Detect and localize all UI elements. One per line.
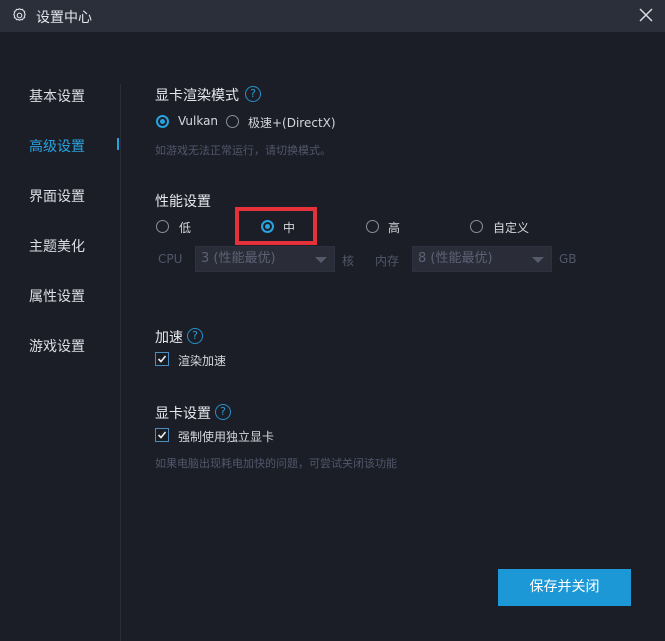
close-icon[interactable] <box>637 6 655 24</box>
check-icon <box>157 431 167 439</box>
memory-select-value: 8 (性能最优) <box>418 251 493 266</box>
sidebar-divider <box>120 84 121 641</box>
active-indicator <box>117 138 119 150</box>
radio-high-label[interactable]: 高 <box>388 219 400 236</box>
help-icon[interactable]: ? <box>215 404 231 420</box>
render-accel-label[interactable]: 渲染加速 <box>178 352 226 369</box>
radio-vulkan[interactable] <box>156 115 169 128</box>
check-icon <box>157 355 167 363</box>
sidebar-item-properties[interactable]: 属性设置 <box>29 286 85 306</box>
radio-custom-label[interactable]: 自定义 <box>493 219 529 236</box>
help-icon[interactable]: ? <box>245 86 261 102</box>
sidebar-item-theme[interactable]: 主题美化 <box>29 236 85 256</box>
memory-label: 内存 <box>375 254 400 268</box>
gpu-hint: 如果电脑出现耗电加快的问题，可尝试关闭该功能 <box>155 457 397 470</box>
radio-custom[interactable] <box>470 220 483 233</box>
render-mode-hint: 如游戏无法正常运行，请切换模式。 <box>155 144 331 157</box>
radio-high[interactable] <box>366 220 379 233</box>
gear-icon <box>13 8 26 21</box>
render-accel-checkbox[interactable] <box>155 352 169 366</box>
window-title: 设置中心 <box>36 10 92 26</box>
cpu-unit: 核 <box>342 254 355 268</box>
render-mode-title: 显卡渲染模式 <box>155 88 239 104</box>
cpu-select-value: 3 (性能最优) <box>201 251 276 266</box>
title-bar: 设置中心 <box>0 0 665 32</box>
radio-low[interactable] <box>156 220 169 233</box>
force-gpu-label[interactable]: 强制使用独立显卡 <box>178 428 274 445</box>
force-gpu-checkbox[interactable] <box>155 428 169 442</box>
radio-vulkan-label[interactable]: Vulkan <box>178 114 218 128</box>
radio-directx[interactable] <box>226 115 239 128</box>
sidebar-item-interface[interactable]: 界面设置 <box>29 186 85 206</box>
sidebar-item-basic[interactable]: 基本设置 <box>29 86 85 106</box>
memory-unit: GB <box>559 252 577 266</box>
performance-title: 性能设置 <box>155 194 211 210</box>
sidebar-item-game[interactable]: 游戏设置 <box>29 336 85 356</box>
acceleration-title: 加速 <box>155 330 183 346</box>
highlight-box <box>235 207 317 245</box>
radio-low-label[interactable]: 低 <box>179 219 191 236</box>
cpu-select[interactable]: 3 (性能最优) <box>195 246 335 272</box>
save-and-close-button[interactable]: 保存并关闭 <box>498 569 631 606</box>
chevron-down-icon <box>315 257 327 263</box>
sidebar-item-advanced[interactable]: 高级设置 <box>29 136 85 156</box>
chevron-down-icon <box>532 257 544 263</box>
memory-select[interactable]: 8 (性能最优) <box>412 246 552 272</box>
help-icon[interactable]: ? <box>187 328 203 344</box>
gpu-title: 显卡设置 <box>155 406 211 422</box>
cpu-label: CPU <box>158 252 183 266</box>
radio-directx-label[interactable]: 极速+(DirectX) <box>248 114 336 131</box>
